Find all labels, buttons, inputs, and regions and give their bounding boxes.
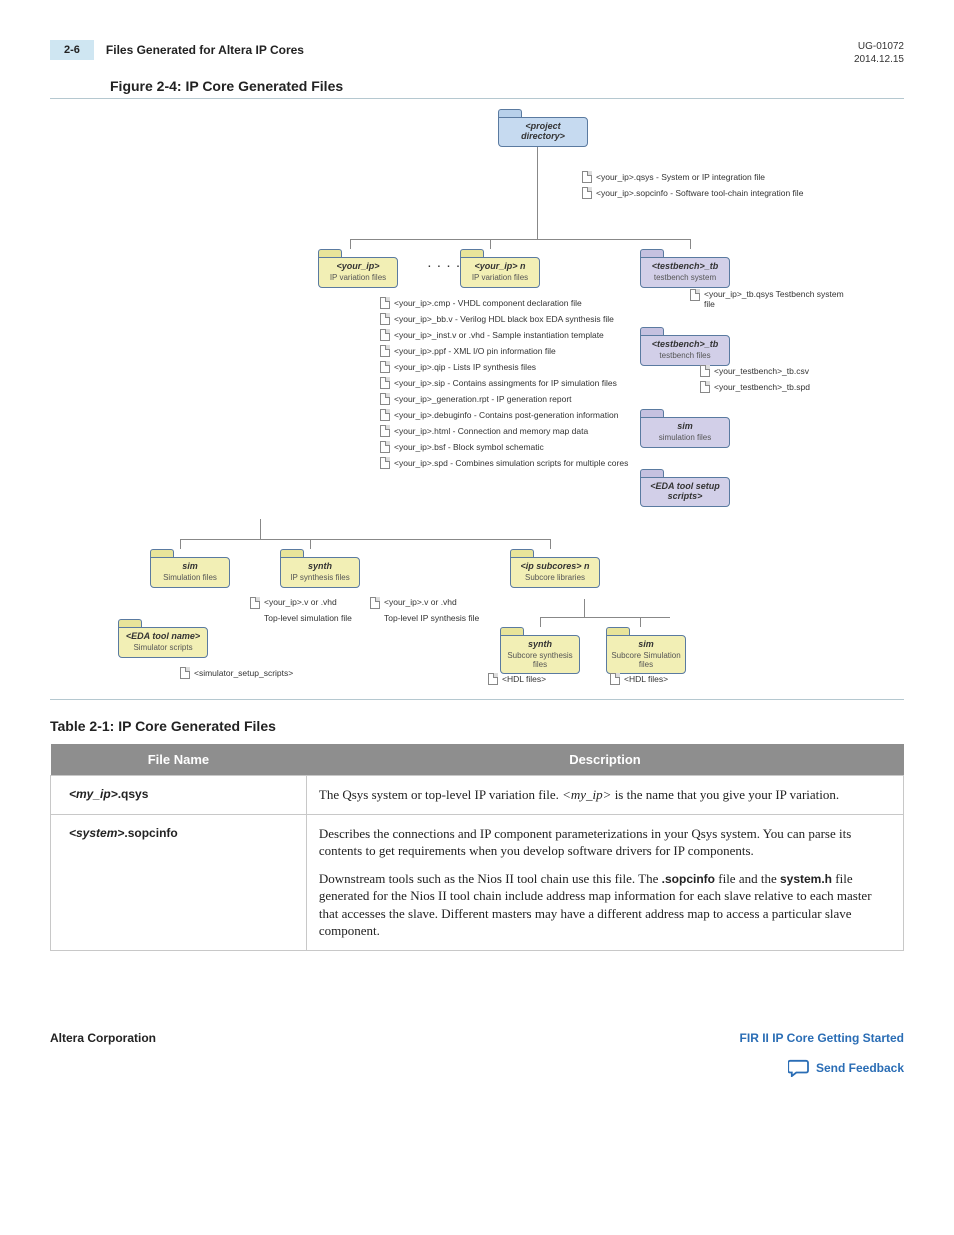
- folder-sim: sim: [155, 562, 225, 572]
- folder-your-ip: <your_ip>: [323, 262, 393, 272]
- file-bsf: <your_ip>.bsf - Block symbol schematic: [394, 442, 544, 452]
- file-sopcinfo: <your_ip>.sopcinfo - Software tool-chain…: [596, 188, 803, 198]
- file-hdl1: <HDL files>: [502, 674, 546, 684]
- page-header: 2-6 Files Generated for Altera IP Cores …: [50, 40, 904, 66]
- table-header-description: Description: [306, 744, 903, 776]
- folder-your-ip-n: <your_ip> n: [465, 262, 535, 272]
- table-row: <my_ip>.qsys The Qsys system or top-leve…: [51, 776, 904, 815]
- file-debuginfo: <your_ip>.debuginfo - Contains post-gene…: [394, 410, 618, 420]
- folder-synth: synth: [285, 562, 355, 572]
- doc-id: UG-01072: [854, 40, 904, 53]
- folder-project-dir: <project directory>: [503, 122, 583, 142]
- folder-sim-purple: sim: [645, 422, 725, 432]
- send-feedback-link[interactable]: Send Feedback: [740, 1059, 904, 1077]
- figure-title: Figure 2-4: IP Core Generated Files: [110, 78, 904, 94]
- table-title: Table 2-1: IP Core Generated Files: [50, 718, 904, 734]
- footer-doc-link[interactable]: FIR II IP Core Getting Started: [740, 1031, 904, 1045]
- file-tb-qsys: <your_ip>_tb.qsys Testbench system file: [704, 289, 850, 309]
- file-synth-vhd: <your_ip>.v or .vhd: [384, 597, 457, 609]
- generated-files-table: File Name Description <my_ip>.qsys The Q…: [50, 744, 904, 951]
- file-tb-csv: <your_testbench>_tb.csv: [714, 366, 809, 376]
- file-qsys: <your_ip>.qsys - System or IP integratio…: [596, 172, 765, 182]
- file-ppf: <your_ip>.ppf - XML I/O pin information …: [394, 346, 556, 356]
- footer-company: Altera Corporation: [50, 1031, 156, 1045]
- file-sim-scripts: <simulator_setup_scripts>: [194, 668, 293, 678]
- header-section-title: Files Generated for Altera IP Cores: [106, 43, 304, 57]
- folder-synth-sub: synth: [505, 640, 575, 650]
- folder-eda-scripts: <EDA tool setup scripts>: [645, 482, 725, 502]
- page-footer: Altera Corporation FIR II IP Core Gettin…: [50, 1031, 904, 1077]
- page-number: 2-6: [50, 40, 94, 60]
- table-header-filename: File Name: [51, 744, 307, 776]
- file-sip: <your_ip>.sip - Contains assingments for…: [394, 378, 617, 388]
- file-bbv: <your_ip>_bb.v - Verilog HDL black box E…: [394, 314, 614, 324]
- speech-bubble-icon: [788, 1059, 810, 1077]
- table-cell-desc: The Qsys system or top-level IP variatio…: [306, 776, 903, 815]
- folder-sim-sub: sim: [611, 640, 681, 650]
- file-html: <your_ip>.html - Connection and memory m…: [394, 426, 588, 436]
- folder-eda-tool: <EDA tool name>: [123, 632, 203, 642]
- folder-testbench-tb: <testbench>_tb: [645, 262, 725, 272]
- file-sim-vhd: <your_ip>.v or .vhd: [264, 597, 337, 609]
- ellipsis-dots: . . . .: [428, 259, 461, 270]
- doc-date: 2014.12.15: [854, 53, 904, 66]
- file-cmp: <your_ip>.cmp - VHDL component declarati…: [394, 298, 582, 308]
- table-row: <system>.sopcinfo Describes the connecti…: [51, 814, 904, 950]
- table-cell-desc: Describes the connections and IP compone…: [306, 814, 903, 950]
- figure-diagram: <project directory> <your_ip>.qsys - Sys…: [50, 98, 904, 700]
- file-spd: <your_ip>.spd - Combines simulation scri…: [394, 458, 628, 468]
- folder-ip-subcores: <ip subcores> n: [515, 562, 595, 572]
- file-hdl2: <HDL files>: [624, 674, 668, 684]
- file-inst: <your_ip>_inst.v or .vhd - Sample instan…: [394, 330, 604, 340]
- file-genrpt: <your_ip>_generation.rpt - IP generation…: [394, 394, 572, 404]
- folder-testbench-tb2: <testbench>_tb: [645, 340, 725, 350]
- file-tb-spd: <your_testbench>_tb.spd: [714, 382, 810, 392]
- file-qip: <your_ip>.qip - Lists IP synthesis files: [394, 362, 536, 372]
